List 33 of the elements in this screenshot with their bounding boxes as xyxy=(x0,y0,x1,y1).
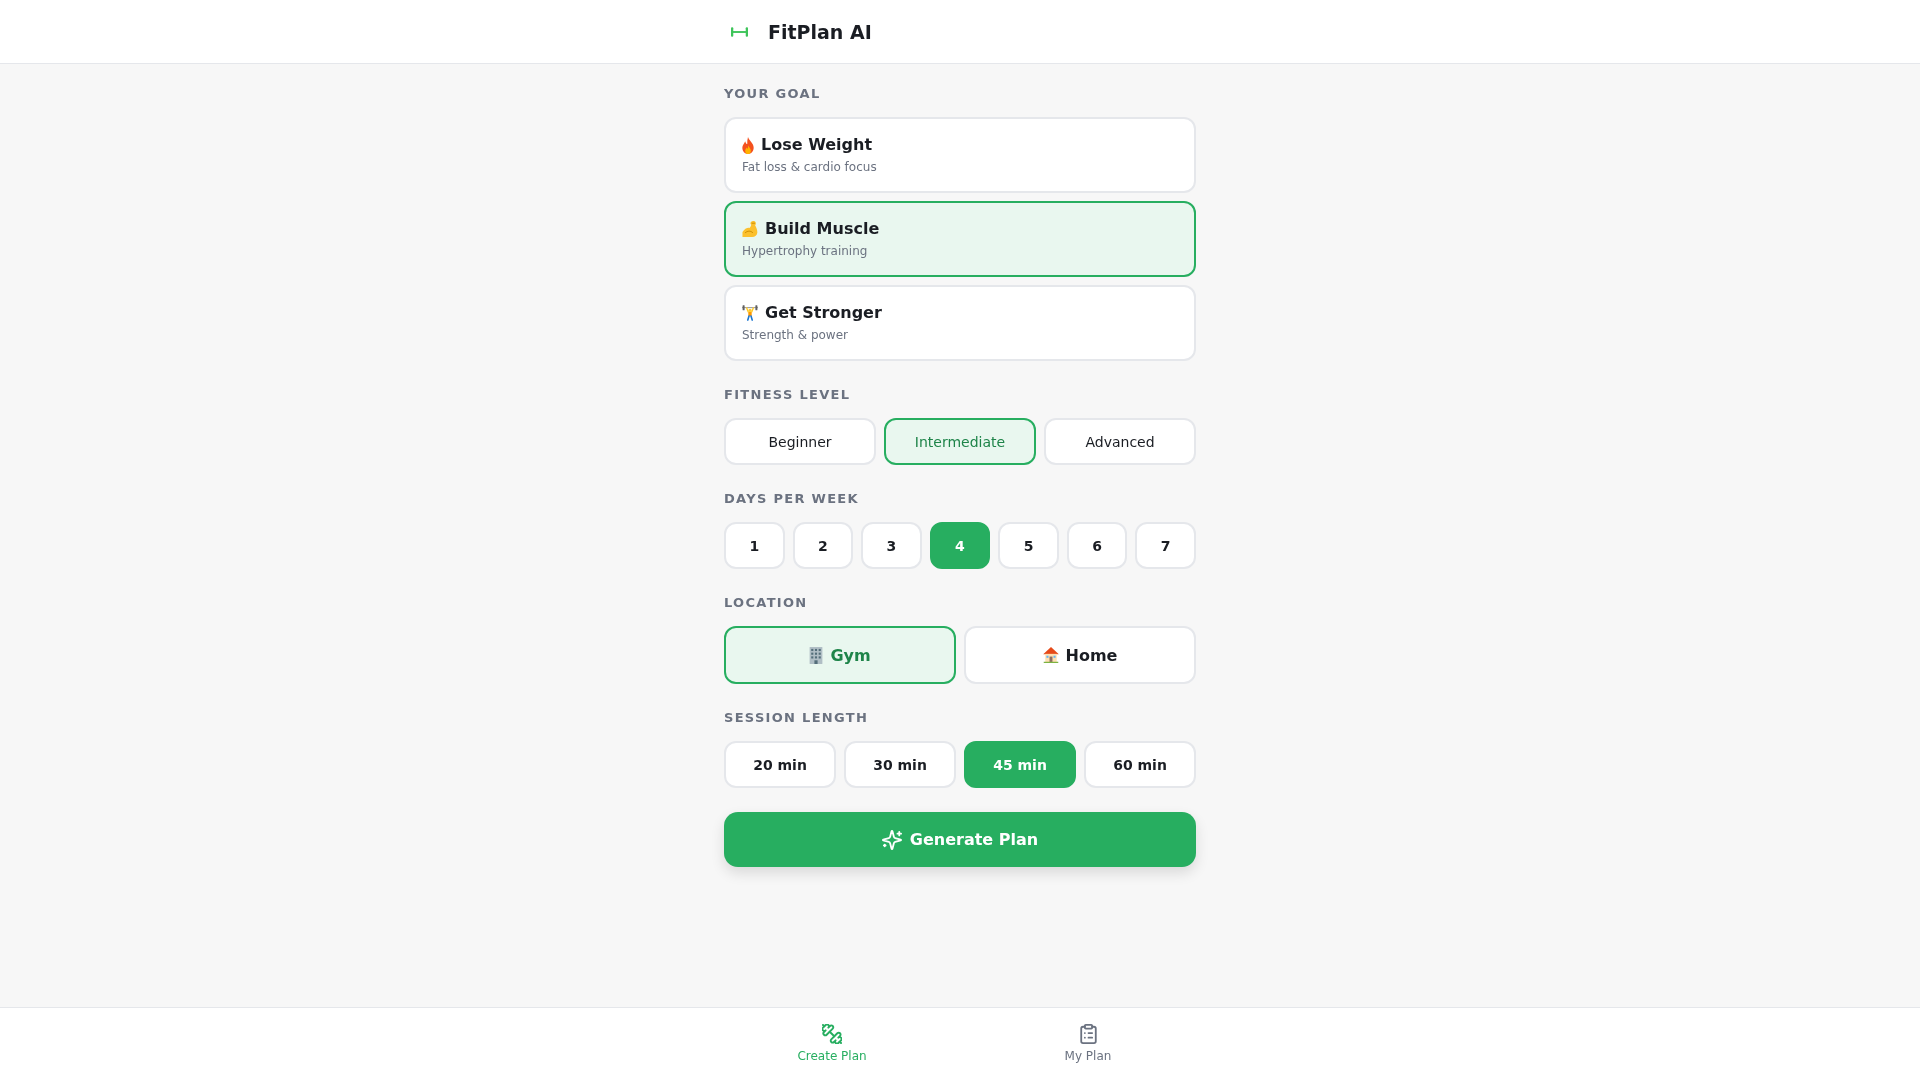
session-length-button[interactable]: 20 min xyxy=(724,741,836,788)
level-option-button[interactable]: Intermediate xyxy=(884,418,1036,465)
section-label: YOUR GOAL xyxy=(724,85,822,103)
level-option-button[interactable]: Advanced xyxy=(1044,418,1196,465)
level-option-button[interactable]: Beginner xyxy=(724,418,876,465)
day-button[interactable]: 5 xyxy=(998,522,1059,569)
session-length-button[interactable]: 60 min xyxy=(1084,741,1196,788)
day-button[interactable]: 6 xyxy=(1066,522,1128,569)
dumbbell-icon xyxy=(731,26,748,37)
sparkles-icon xyxy=(881,829,902,850)
section-label: FITNESS LEVEL xyxy=(724,386,852,404)
section-label: DAYS PER WEEK xyxy=(724,490,860,508)
flame-icon xyxy=(742,136,754,154)
app-title: FitPlan AI xyxy=(768,20,872,43)
dumbbell-icon xyxy=(822,1024,842,1044)
day-button[interactable]: 2 xyxy=(792,522,854,569)
location-option-button[interactable]: Home xyxy=(964,626,1196,684)
location-option-button[interactable]: Gym xyxy=(724,626,956,684)
nav-tab[interactable]: My Plan xyxy=(1058,1008,1118,1080)
flexed-arm-icon xyxy=(742,221,758,237)
house-icon xyxy=(1042,647,1059,663)
clipboard-list-icon xyxy=(1079,1024,1097,1044)
goal-card[interactable]: Lose Weight Fat loss & cardio focus xyxy=(724,117,1196,193)
section-label: LOCATION xyxy=(724,594,809,612)
office-building-icon xyxy=(809,646,824,664)
day-button[interactable]: 1 xyxy=(724,522,785,569)
goal-card[interactable]: Build Muscle Hypertrophy training xyxy=(724,201,1196,277)
goal-card[interactable]: Get Stronger Strength & power xyxy=(724,285,1196,361)
session-length-button[interactable]: 30 min xyxy=(844,741,956,788)
section-label: SESSION LENGTH xyxy=(724,709,870,727)
weightlifter-icon xyxy=(742,305,758,321)
day-button[interactable]: 7 xyxy=(1135,522,1196,569)
day-button[interactable]: 3 xyxy=(861,522,922,569)
